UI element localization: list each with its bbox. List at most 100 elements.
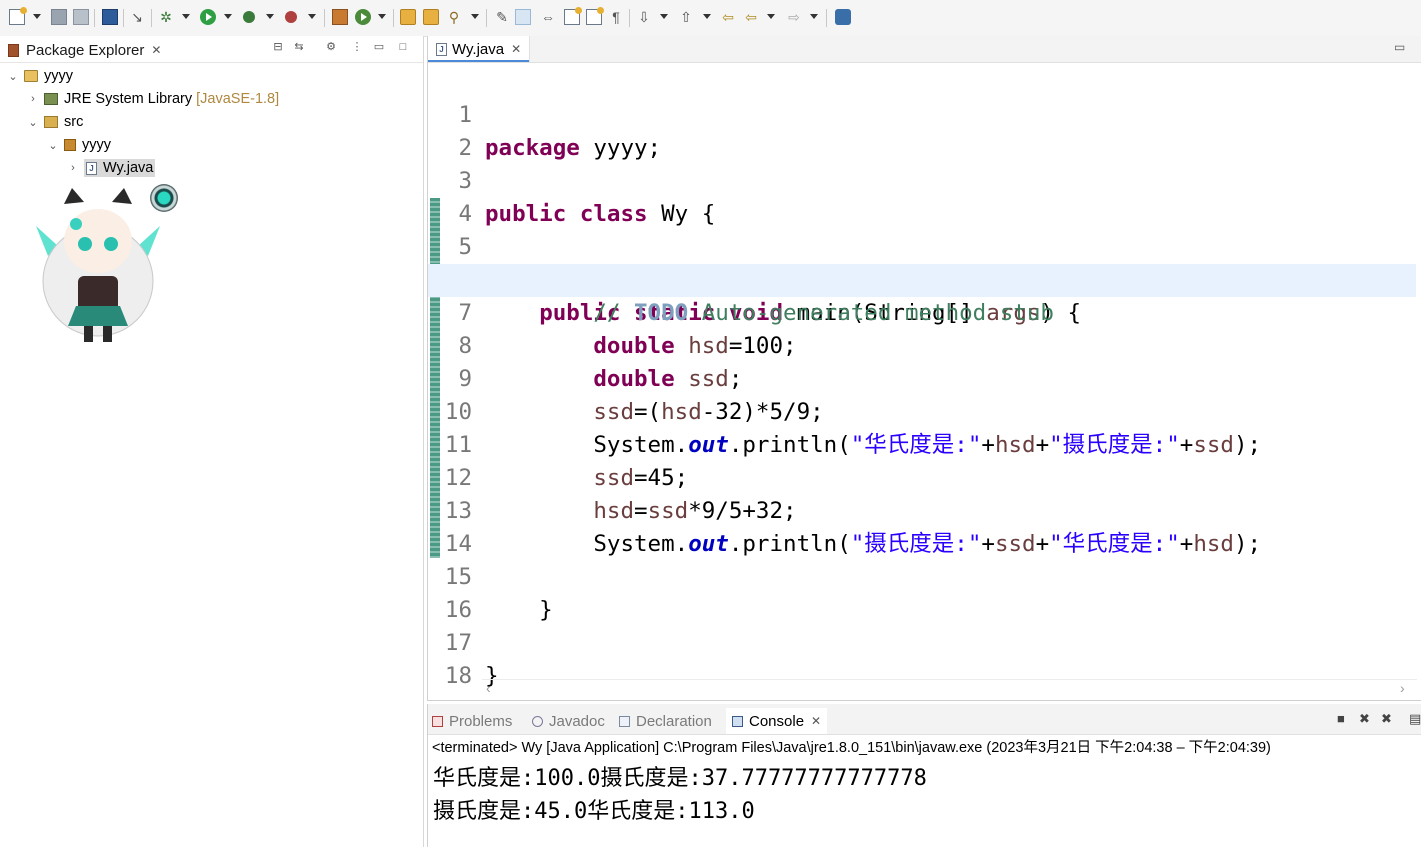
open-task-icon[interactable] — [423, 9, 439, 25]
close-icon[interactable]: ✕ — [811, 714, 821, 728]
forward-dropdown-icon[interactable] — [810, 14, 818, 19]
run-dropdown-icon[interactable] — [224, 14, 232, 19]
tab-label: Console — [749, 712, 805, 730]
scroll-left-icon[interactable]: ‹ — [486, 680, 491, 696]
previous-annotation-dropdown-icon[interactable] — [703, 14, 711, 19]
mascot-ear-left — [64, 188, 84, 204]
minimize-icon[interactable]: ▭ — [373, 41, 385, 53]
tab-label: Declaration — [636, 712, 712, 730]
console-menu-icon[interactable]: ▤ — [1409, 711, 1421, 727]
package-icon — [64, 139, 76, 151]
back-dropdown-icon[interactable] — [767, 14, 775, 19]
debug-dropdown-icon[interactable] — [182, 14, 190, 19]
chevron-down-icon[interactable]: ⌄ — [48, 139, 58, 152]
editor-tab[interactable]: J Wy.java ✕ — [428, 36, 531, 62]
search-dropdown-icon[interactable] — [471, 14, 479, 19]
new-java-class-icon[interactable] — [355, 9, 371, 25]
tree-item-label: JRE System Library — [64, 91, 193, 107]
filter-icon[interactable]: ⚙ — [325, 41, 337, 53]
tree-item-jre-library[interactable]: › JRE System Library [JavaSE-1.8] — [28, 88, 279, 110]
close-icon[interactable]: ✕ — [151, 43, 161, 57]
mascot-figure[interactable] — [28, 186, 168, 346]
open-terminal-icon[interactable] — [102, 9, 118, 25]
tree-item-package[interactable]: ⌄ yyyy — [48, 134, 111, 156]
forward-icon[interactable]: ⇨ — [786, 9, 802, 25]
code-line: 4 — [428, 165, 1416, 227]
coverage-dropdown-icon[interactable] — [266, 14, 274, 19]
toolbar-separator — [826, 9, 827, 27]
tab-problems[interactable]: Problems — [432, 710, 512, 732]
code-line: 10 System.out.println("华氏度是:"+hsd+"摄氏度是:… — [428, 363, 1416, 458]
console-output-line: 摄氏度是:45.0华氏度是:113.0 — [433, 799, 755, 824]
minimize-icon[interactable]: ▭ — [1394, 40, 1405, 54]
external-tools-dropdown-icon[interactable] — [308, 14, 316, 19]
code-line: 5 ⊖ public static void main(String[] arg… — [428, 198, 1416, 326]
close-icon[interactable]: ✕ — [511, 42, 521, 56]
terminate-icon[interactable]: ■ — [1337, 711, 1345, 726]
view-menu-icon[interactable]: ⋮ — [351, 41, 363, 53]
debug-icon[interactable]: ✲ — [158, 9, 174, 25]
horizontal-scrollbar[interactable]: ‹ › — [482, 679, 1417, 696]
tree-item-project[interactable]: ⌄ yyyy — [8, 65, 73, 87]
remove-launch-icon[interactable]: ✖ — [1359, 711, 1370, 727]
show-whitespace-icon[interactable]: ¶ — [608, 9, 624, 25]
code-line: 2 — [428, 99, 1416, 161]
tree-item-label: Wy.java — [103, 160, 154, 176]
save-icon[interactable] — [51, 9, 67, 25]
chevron-down-icon[interactable]: ⌄ — [28, 116, 38, 129]
mascot-leg-left — [84, 326, 93, 342]
java-file-icon: J — [86, 161, 97, 175]
source-folder-icon — [44, 116, 58, 128]
pin-editor-icon[interactable] — [835, 9, 851, 25]
line-number: 18 — [444, 663, 472, 689]
highlight-icon[interactable] — [515, 9, 531, 25]
skip-breakpoints-icon[interactable]: ↘ — [129, 9, 145, 25]
toolbar-separator — [151, 9, 152, 27]
chevron-right-icon[interactable]: › — [28, 93, 38, 105]
tree-item-decoration: [JavaSE-1.8] — [196, 91, 280, 107]
next-annotation-dropdown-icon[interactable] — [660, 14, 668, 19]
last-edit-location-icon[interactable]: ⇦ — [720, 9, 736, 25]
toolbar-separator — [393, 9, 394, 27]
scroll-right-icon[interactable]: › — [1400, 680, 1405, 696]
new-java-package-icon[interactable] — [332, 9, 348, 25]
collapse-all-icon[interactable]: ⊟ — [272, 41, 284, 53]
external-tools-icon[interactable] — [285, 11, 297, 23]
toolbar-separator — [123, 9, 124, 27]
coverage-icon[interactable] — [243, 11, 255, 23]
show-source-icon[interactable] — [564, 7, 582, 25]
new-wizard-icon[interactable] — [9, 7, 27, 25]
package-explorer-title: Package Explorer — [26, 41, 145, 59]
link-with-editor-icon[interactable]: ⇆ — [293, 41, 305, 53]
tab-declaration[interactable]: Declaration — [619, 710, 712, 732]
console-output-line: 华氏度是:100.0摄氏度是:37.77777777777778 — [433, 766, 927, 791]
code-line: 8 double ssd; — [428, 297, 1416, 392]
mascot-hair-clip — [70, 218, 82, 230]
active-tab-indicator — [428, 60, 530, 62]
tab-javadoc[interactable]: Javadoc — [532, 710, 605, 732]
tab-console[interactable]: Console ✕ — [726, 708, 828, 734]
mark-occurrences-icon[interactable]: ✎ — [494, 9, 510, 25]
maximize-icon[interactable]: □ — [397, 41, 409, 53]
tree-item-src[interactable]: ⌄ src — [28, 111, 83, 133]
tree-item-java-file[interactable]: › J Wy.java — [68, 157, 156, 179]
previous-annotation-icon[interactable]: ⇧ — [678, 9, 694, 25]
console-tab-bar: Problems Javadoc Declaration Console ✕ ■… — [428, 704, 1421, 735]
remove-all-terminated-icon[interactable]: ✖ — [1381, 711, 1392, 727]
save-all-icon[interactable] — [73, 9, 89, 25]
next-annotation-icon[interactable]: ⇩ — [636, 9, 652, 25]
block-selection-icon[interactable]: ⇔ — [540, 9, 556, 25]
open-type-icon[interactable] — [400, 9, 416, 25]
project-folder-icon — [24, 70, 38, 82]
console-status: <terminated> Wy [Java Application] C:\Pr… — [432, 740, 1271, 756]
new-dropdown-icon[interactable] — [33, 14, 41, 19]
new-class-dropdown-icon[interactable] — [378, 14, 386, 19]
chevron-down-icon[interactable]: ⌄ — [8, 70, 18, 83]
package-explorer-tab[interactable]: Package Explorer ✕ — [4, 38, 167, 62]
chevron-right-icon[interactable]: › — [68, 162, 78, 174]
word-wrap-icon[interactable] — [586, 7, 604, 25]
back-icon[interactable]: ⇦ — [743, 9, 759, 25]
run-icon[interactable] — [200, 9, 216, 25]
search-icon[interactable]: ⚲ — [446, 9, 462, 25]
selected-item[interactable]: J Wy.java — [84, 159, 156, 177]
